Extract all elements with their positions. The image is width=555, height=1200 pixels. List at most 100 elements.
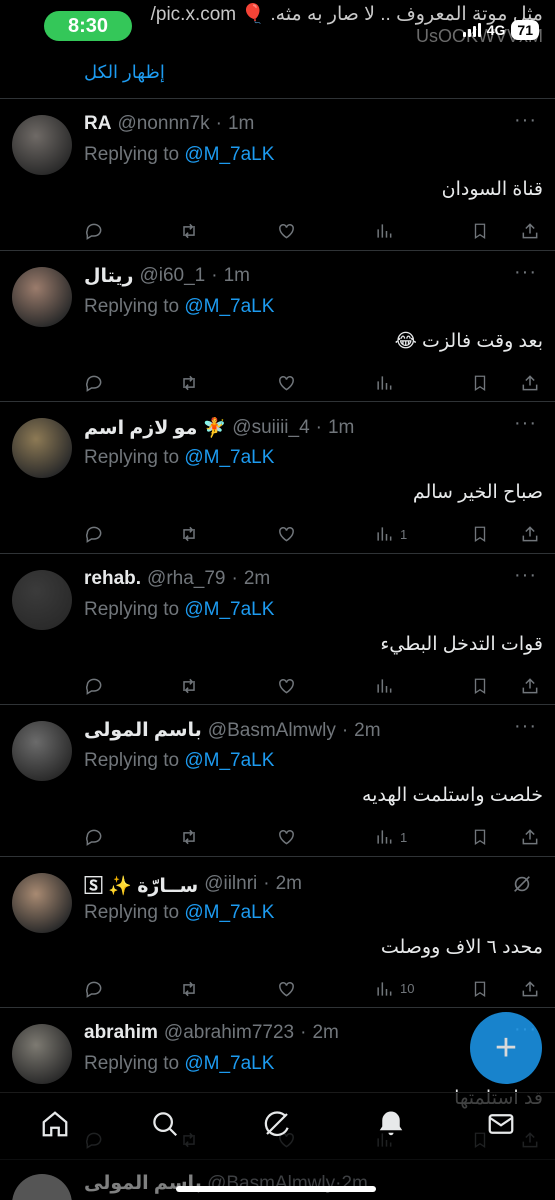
share-button[interactable]	[520, 221, 540, 241]
handle[interactable]: @i60_1	[139, 265, 205, 287]
reply-tweet[interactable]: مو لازم اسم 🧚 @suiiii_4 · 1m ··· Replying …	[0, 402, 555, 554]
more-options-icon[interactable]: ···	[514, 715, 537, 738]
timestamp: 2m	[275, 873, 302, 894]
reply-tweet[interactable]: RA @nonnn7k · 1m ··· Replying to @M_7aLK ق…	[0, 99, 555, 251]
more-options-icon[interactable]: ···	[514, 564, 537, 587]
like-button[interactable]	[276, 827, 297, 847]
display-name[interactable]: RA	[84, 113, 111, 135]
avatar[interactable]	[12, 1024, 72, 1084]
grok-icon[interactable]	[262, 1109, 292, 1144]
retweet-button[interactable]	[178, 524, 200, 544]
like-button[interactable]	[276, 524, 297, 544]
retweet-button[interactable]	[178, 373, 200, 393]
share-button[interactable]	[520, 979, 540, 999]
avatar[interactable]	[12, 569, 72, 630]
reply-button[interactable]	[84, 373, 104, 393]
avatar[interactable]	[12, 721, 72, 781]
mention-link[interactable]: @M_7aLK	[184, 447, 274, 468]
bookmark-icon	[471, 979, 489, 999]
share-button[interactable]	[520, 373, 540, 393]
avatar[interactable]	[12, 1174, 72, 1200]
avatar[interactable]	[12, 266, 72, 327]
reply-tweet[interactable]: ريتال @i60_1 · 1m ··· Replying to @M_7aLK …	[0, 251, 555, 402]
mention-link[interactable]: @M_7aLK	[184, 296, 274, 317]
retweet-button[interactable]	[178, 827, 200, 847]
reply-button[interactable]	[84, 979, 104, 999]
home-indicator[interactable]	[176, 1186, 376, 1192]
more-options-icon[interactable]: ···	[514, 261, 537, 284]
mention-link[interactable]: @M_7aLK	[184, 902, 274, 923]
handle[interactable]: @nonnn7k	[117, 113, 209, 135]
search-icon[interactable]	[150, 1109, 180, 1144]
avatar[interactable]	[12, 418, 72, 478]
handle[interactable]: @iilnri	[204, 873, 257, 895]
clock-pill[interactable]: 8:30	[44, 11, 132, 41]
handle[interactable]: @abrahim7723	[164, 1022, 294, 1044]
compose-button[interactable]: +	[470, 1012, 542, 1084]
handle[interactable]: @suiiii_4	[232, 417, 309, 439]
replying-to-line: Replying to @M_7aLK	[84, 599, 274, 621]
views-button[interactable]: 1	[374, 524, 407, 544]
status-icons: 4G 71	[462, 20, 539, 40]
views-button[interactable]: 10	[374, 979, 414, 999]
bookmark-button[interactable]	[471, 373, 489, 393]
views-button[interactable]: 1	[374, 827, 407, 847]
mention-link[interactable]: @M_7aLK	[184, 144, 274, 165]
bookmark-button[interactable]	[471, 221, 489, 241]
show-all-link[interactable]: إظهار الكل	[84, 62, 165, 83]
views-button[interactable]	[374, 676, 400, 696]
reply-button[interactable]	[84, 827, 104, 847]
mention-link[interactable]: @M_7aLK	[184, 1053, 274, 1074]
reply-button[interactable]	[84, 524, 104, 544]
views-icon	[374, 524, 394, 544]
display-name[interactable]: rehab.	[84, 568, 141, 590]
retweet-button[interactable]	[178, 221, 200, 241]
display-name[interactable]: ريتال	[84, 265, 133, 288]
retweet-icon	[178, 827, 200, 847]
reply-tweet[interactable]: 🅂 ✨ ســارّة @iilnri · 2m Replying to @M_7a…	[0, 857, 555, 1008]
heart-icon	[276, 979, 297, 999]
display-name[interactable]: 🅂 ✨ ســارّة	[84, 871, 198, 898]
display-name[interactable]: abrahim	[84, 1022, 158, 1044]
display-name[interactable]: مو لازم اسم 🧚	[84, 416, 226, 440]
bookmark-button[interactable]	[471, 979, 489, 999]
share-button[interactable]	[520, 827, 540, 847]
views-button[interactable]	[374, 373, 400, 393]
bookmark-button[interactable]	[471, 827, 489, 847]
replying-to-line: Replying to @M_7aLK	[84, 1053, 274, 1075]
mention-link[interactable]: @M_7aLK	[184, 599, 274, 620]
messages-icon[interactable]	[486, 1109, 516, 1144]
handle[interactable]: @rha_79	[147, 568, 225, 590]
reply-tweet[interactable]: rehab. @rha_79 · 2m ··· Replying to @M_7aL…	[0, 554, 555, 705]
handle[interactable]: @BasmAlmwly	[208, 720, 336, 742]
reply-tweet[interactable]: باسم المولى @BasmAlmwly · 2m ··· Replying …	[0, 705, 555, 857]
like-button[interactable]	[276, 979, 297, 999]
retweet-button[interactable]	[178, 676, 200, 696]
separator-dot: ·	[300, 1022, 307, 1043]
more-options-icon[interactable]: ···	[514, 412, 537, 435]
share-button[interactable]	[520, 676, 540, 696]
bookmark-icon	[471, 221, 489, 241]
replying-to-line: Replying to @M_7aLK	[84, 447, 274, 469]
display-name[interactable]: باسم المولى	[84, 719, 202, 742]
like-button[interactable]	[276, 221, 297, 241]
share-button[interactable]	[520, 524, 540, 544]
retweet-button[interactable]	[178, 979, 200, 999]
like-button[interactable]	[276, 676, 297, 696]
views-button[interactable]	[374, 221, 400, 241]
views-icon	[374, 979, 394, 999]
plus-icon: +	[494, 1026, 518, 1069]
avatar[interactable]	[12, 115, 72, 175]
reply-button[interactable]	[84, 221, 104, 241]
home-icon[interactable]	[40, 1109, 70, 1144]
notifications-icon[interactable]	[376, 1109, 406, 1144]
like-button[interactable]	[276, 373, 297, 393]
mention-link[interactable]: @M_7aLK	[184, 750, 274, 771]
more-options-icon[interactable]: ···	[514, 109, 537, 132]
bookmark-button[interactable]	[471, 524, 489, 544]
timestamp: 1m	[223, 265, 250, 286]
reply-button[interactable]	[84, 676, 104, 696]
avatar[interactable]	[12, 872, 72, 933]
next-reply-peek[interactable]: باسم المولى @BasmAlmwly·2m	[0, 1162, 555, 1200]
bookmark-button[interactable]	[471, 676, 489, 696]
